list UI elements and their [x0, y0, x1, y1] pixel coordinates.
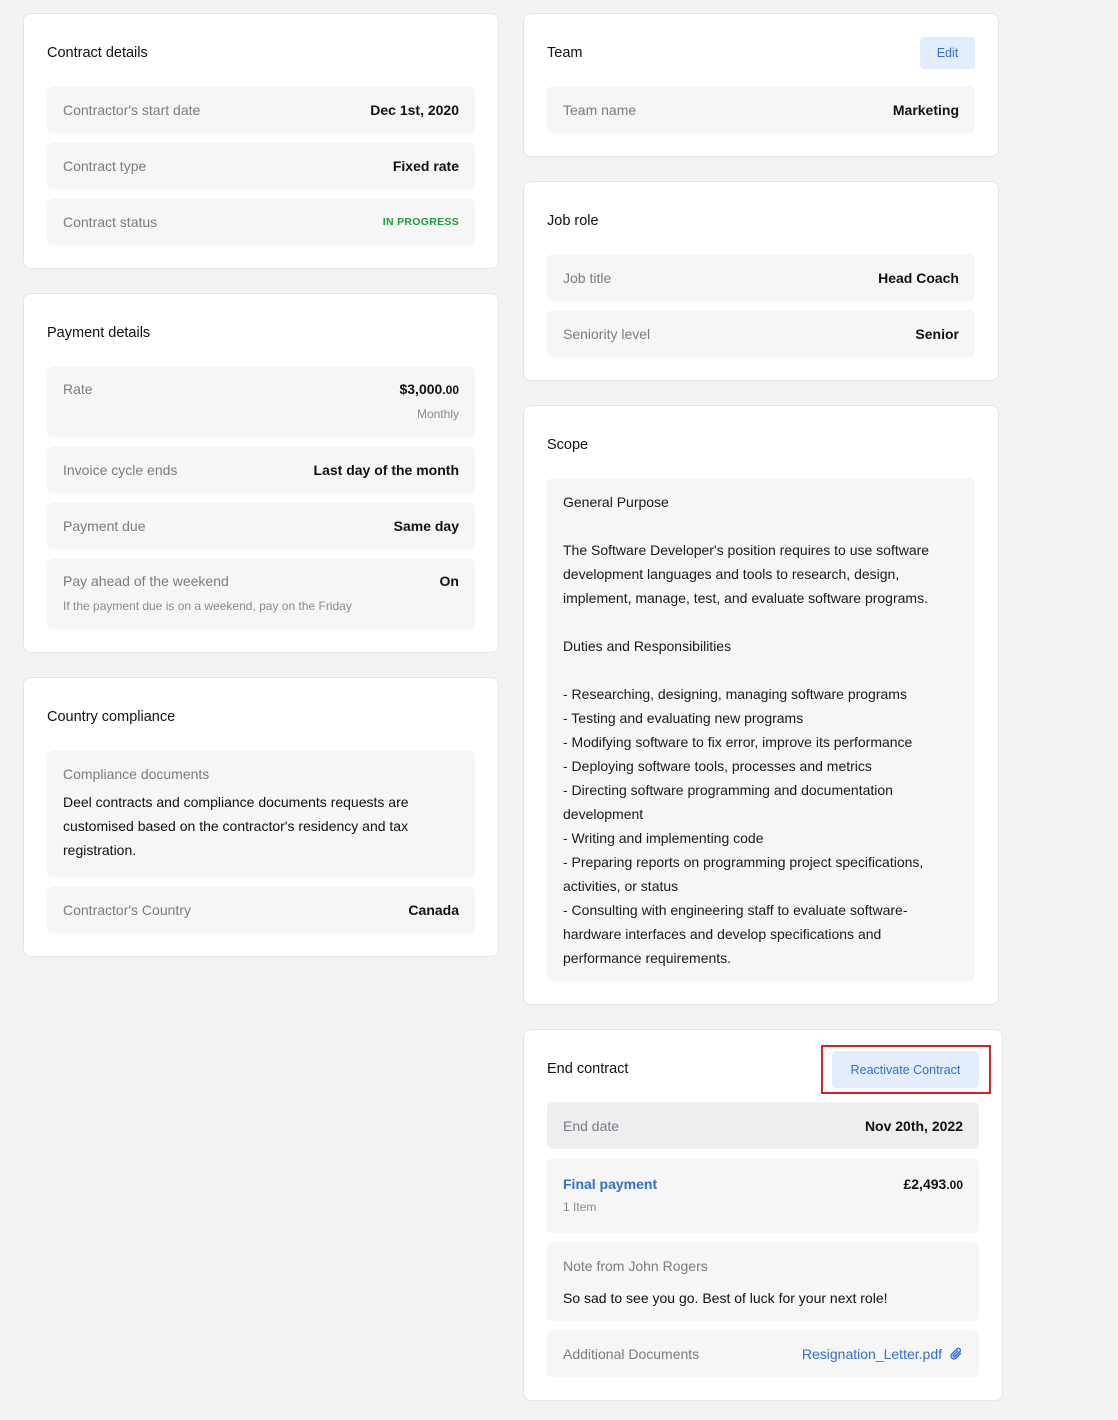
contractor-country-label: Contractor's Country [63, 901, 191, 918]
job-title-label: Job title [563, 269, 612, 286]
contract-type-value: Fixed rate [392, 157, 459, 174]
job-title-value: Head Coach [878, 269, 959, 286]
resignation-letter-link[interactable]: Resignation_Letter.pdf [802, 1346, 963, 1362]
invoice-cycle-row: Invoice cycle ends Last day of the month [47, 446, 475, 493]
job-role-title: Job role [547, 213, 599, 229]
note-label: Note from John Rogers [563, 1258, 708, 1274]
final-payment-row: Final payment 1 Item £2,493.00 [547, 1158, 979, 1233]
pay-ahead-row: Pay ahead of the weekend On If the payme… [47, 558, 475, 629]
invoice-cycle-value: Last day of the month [313, 461, 459, 478]
edit-team-button[interactable]: Edit [920, 37, 975, 69]
scope-block: General Purpose The Software Developer's… [547, 478, 975, 981]
scope-card: Scope General Purpose The Software Devel… [523, 405, 999, 1005]
scope-title: Scope [547, 437, 589, 453]
end-date-value: Nov 20th, 2022 [864, 1117, 963, 1134]
seniority-row: Seniority level Senior [547, 310, 975, 357]
country-compliance-title: Country compliance [47, 709, 176, 725]
team-name-row: Team name Marketing [547, 86, 975, 133]
reactivate-contract-button[interactable]: Reactivate Contract [832, 1051, 979, 1088]
note-text: So sad to see you go. Best of luck for y… [563, 1290, 888, 1306]
payment-details-card: Payment details Rate $3,000.00 Monthly I… [23, 293, 499, 653]
pay-ahead-value: On [439, 573, 459, 589]
compliance-docs-label: Compliance documents [63, 766, 210, 782]
start-date-value: Dec 1st, 2020 [370, 101, 459, 118]
end-date-label: End date [563, 1117, 620, 1134]
end-contract-card: End contract Reactivate Contract End dat… [523, 1029, 1003, 1401]
payment-due-value: Same day [393, 517, 459, 534]
rate-value: $3,000.00 [399, 381, 459, 397]
final-payment-items: 1 Item [563, 1200, 597, 1214]
paperclip-icon [950, 1347, 963, 1361]
rate-row: Rate $3,000.00 Monthly [47, 366, 475, 437]
pay-ahead-label: Pay ahead of the weekend [63, 573, 229, 589]
contractor-country-value: Canada [408, 901, 459, 918]
scope-text: General Purpose The Software Developer's… [563, 494, 930, 966]
seniority-value: Senior [915, 325, 959, 342]
job-title-row: Job title Head Coach [547, 254, 975, 301]
payment-due-row: Payment due Same day [47, 502, 475, 549]
start-date-row: Contractor's start date Dec 1st, 2020 [47, 86, 475, 133]
seniority-label: Seniority level [563, 325, 651, 342]
contract-type-row: Contract type Fixed rate [47, 142, 475, 189]
final-payment-link[interactable]: Final payment [563, 1176, 657, 1192]
contract-details-title: Contract details [47, 45, 148, 61]
contract-type-label: Contract type [63, 157, 147, 174]
final-payment-value: £2,493.00 [903, 1176, 963, 1192]
payment-due-label: Payment due [63, 517, 146, 534]
team-title: Team [547, 45, 583, 61]
team-name-label: Team name [563, 101, 637, 118]
contractor-country-row: Contractor's Country Canada [47, 886, 475, 933]
resignation-letter-filename[interactable]: Resignation_Letter.pdf [802, 1346, 942, 1362]
contract-status-row: Contract status IN PROGRESS [47, 198, 475, 245]
rate-period: Monthly [416, 407, 459, 421]
compliance-docs-text: Deel contracts and compliance documents … [63, 794, 409, 858]
contract-details-card: Contract details Contractor's start date… [23, 13, 499, 269]
additional-docs-row: Additional Documents Resignation_Letter.… [547, 1330, 979, 1377]
job-role-card: Job role Job title Head Coach Seniority … [523, 181, 999, 381]
start-date-label: Contractor's start date [63, 101, 201, 118]
team-card: Team Edit Team name Marketing [523, 13, 999, 157]
rate-label: Rate [63, 381, 93, 397]
compliance-docs-block: Compliance documents Deel contracts and … [47, 750, 475, 877]
payment-details-title: Payment details [47, 325, 151, 341]
pay-ahead-note: If the payment due is on a weekend, pay … [63, 599, 352, 613]
note-block: Note from John Rogers So sad to see you … [547, 1242, 979, 1321]
end-date-row: End date Nov 20th, 2022 [547, 1102, 979, 1149]
country-compliance-card: Country compliance Compliance documents … [23, 677, 499, 957]
additional-docs-label: Additional Documents [563, 1345, 700, 1362]
end-contract-title: End contract [547, 1061, 629, 1077]
contract-status-label: Contract status [63, 213, 158, 230]
team-name-value: Marketing [892, 101, 959, 118]
contract-status-badge: IN PROGRESS [382, 215, 459, 228]
invoice-cycle-label: Invoice cycle ends [63, 461, 178, 478]
